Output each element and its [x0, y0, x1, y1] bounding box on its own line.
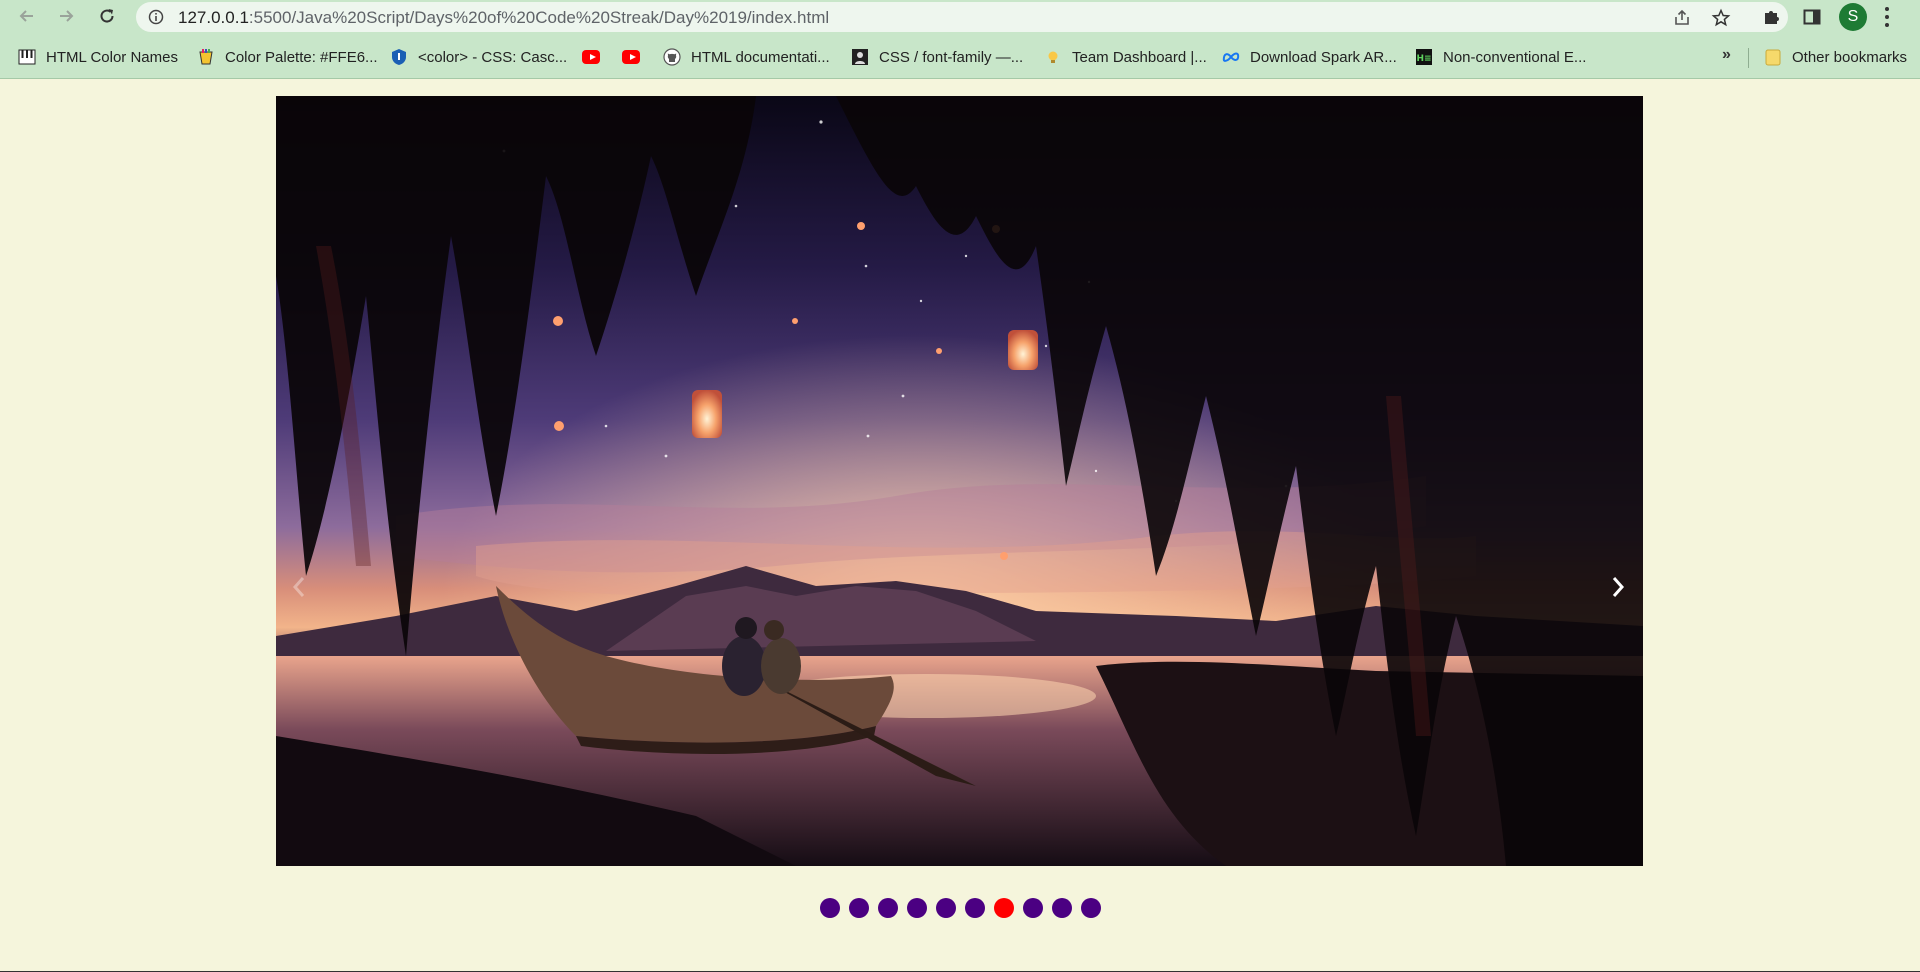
arrow-right-icon	[60, 10, 74, 22]
side-panel-button[interactable]	[1800, 5, 1824, 29]
slide-dot-6[interactable]	[965, 898, 985, 918]
puzzle-icon	[1765, 11, 1779, 24]
bookmark-html-documentation[interactable]: HTML documentati...	[663, 46, 830, 68]
more-bookmarks-chevron-icon[interactable]: »	[1722, 46, 1731, 64]
slide-indicator-dots	[820, 898, 1101, 918]
browser-menu-icon[interactable]	[1883, 7, 1891, 27]
bookmarks-bar: HTML Color Names Color Palette: #FFE6...…	[0, 34, 1920, 79]
bookmark-label: Download Spark AR...	[1250, 48, 1397, 66]
url-host: 127.0.0.1	[178, 8, 249, 27]
hackerearth-icon: H≡	[1415, 48, 1433, 66]
share-icon[interactable]	[1672, 8, 1692, 28]
slideshow-container	[276, 96, 1643, 866]
slide-image	[276, 96, 1643, 866]
slide-dot-5[interactable]	[936, 898, 956, 918]
piano-keys-icon	[18, 48, 36, 66]
bookmark-team-dashboard[interactable]: Team Dashboard |...	[1044, 46, 1207, 68]
slide-dot-1[interactable]	[820, 898, 840, 918]
reload-icon	[100, 9, 114, 23]
mdn-shield-icon	[390, 48, 408, 66]
svg-text:H≡: H≡	[1416, 54, 1431, 64]
bookmark-css-font-family[interactable]: CSS / font-family —...	[851, 46, 1023, 68]
bookmark-mdn-color[interactable]: <color> - CSS: Casc...	[390, 46, 567, 68]
address-bar[interactable]: 127.0.0.1:5500/Java%20Script/Days%20of%2…	[136, 2, 1788, 32]
back-button[interactable]	[16, 5, 38, 27]
bookmark-label: Team Dashboard |...	[1072, 48, 1207, 66]
bookmark-label: HTML documentati...	[691, 48, 830, 66]
bookmark-label: HTML Color Names	[46, 48, 178, 66]
next-slide-button[interactable]	[1605, 570, 1631, 604]
bookmark-youtube-2[interactable]	[622, 46, 640, 68]
forward-button[interactable]	[55, 5, 77, 27]
other-bookmarks-label: Other bookmarks	[1792, 48, 1908, 66]
bookmarks-divider	[1748, 48, 1749, 68]
github-icon	[663, 48, 681, 66]
arrow-left-icon	[19, 10, 33, 22]
site-info-icon[interactable]	[148, 9, 164, 25]
slide-dot-10[interactable]	[1081, 898, 1101, 918]
extensions-button[interactable]	[1760, 5, 1784, 29]
bookmark-label: Non-conventional E...	[1443, 48, 1587, 66]
folder-icon	[1764, 48, 1782, 66]
chevron-right-icon	[1612, 577, 1625, 597]
side-panel-icon	[1803, 9, 1821, 25]
bookmark-label: CSS / font-family —...	[879, 48, 1024, 66]
youtube-icon	[582, 48, 600, 66]
avatar-square-icon	[851, 48, 869, 66]
slide-dot-2[interactable]	[849, 898, 869, 918]
bookmark-color-palette[interactable]: Color Palette: #FFE6...	[197, 46, 378, 68]
bookmark-label: <color> - CSS: Casc...	[418, 48, 568, 66]
bookmark-youtube-1[interactable]	[582, 46, 600, 68]
url-text[interactable]: 127.0.0.1:5500/Java%20Script/Days%20of%2…	[178, 8, 829, 28]
star-bookmark-icon[interactable]	[1711, 8, 1731, 28]
slide-dot-4[interactable]	[907, 898, 927, 918]
slide-dot-8[interactable]	[1023, 898, 1043, 918]
meta-icon	[1222, 48, 1240, 66]
youtube-icon	[622, 48, 640, 66]
bookmark-html-color-names[interactable]: HTML Color Names	[18, 46, 178, 68]
slide-dot-7[interactable]	[994, 898, 1014, 918]
bookmark-non-conventional[interactable]: H≡ Non-conventional E...	[1415, 46, 1586, 68]
bulb-icon	[1044, 48, 1062, 66]
browser-toolbar: 127.0.0.1:5500/Java%20Script/Days%20of%2…	[0, 0, 1920, 34]
slide-dot-9[interactable]	[1052, 898, 1072, 918]
profile-avatar[interactable]: S	[1839, 3, 1867, 31]
previous-slide-button[interactable]	[286, 570, 312, 604]
bookmark-label: Color Palette: #FFE6...	[225, 48, 378, 66]
chevron-left-icon	[292, 577, 305, 597]
bookmark-spark-ar[interactable]: Download Spark AR...	[1222, 46, 1397, 68]
slide-dot-3[interactable]	[878, 898, 898, 918]
palette-cup-icon	[197, 48, 215, 66]
other-bookmarks-folder[interactable]: Other bookmarks	[1764, 46, 1907, 68]
reload-button[interactable]	[96, 5, 118, 27]
url-path: :5500/Java%20Script/Days%20of%20Code%20S…	[248, 8, 830, 27]
